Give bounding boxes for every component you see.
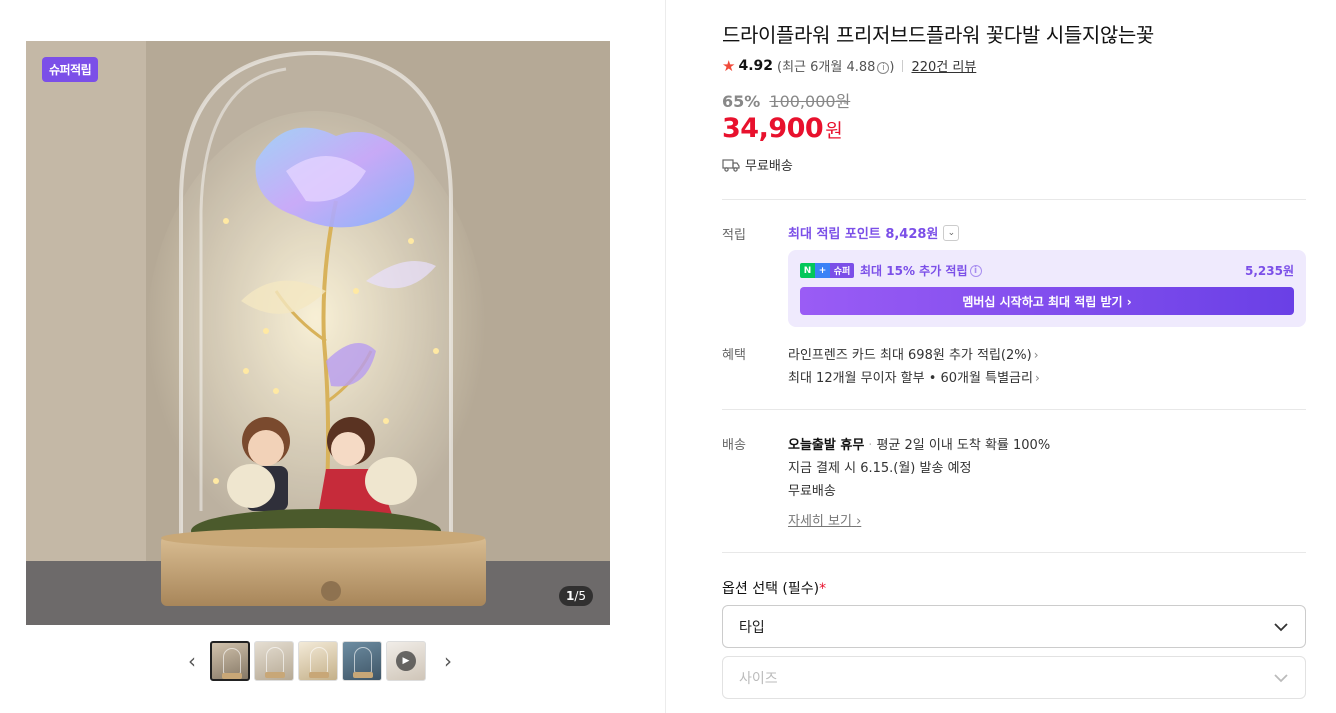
super-badge: 슈퍼 <box>830 263 854 278</box>
delivery-detail-label: 자세히 보기 <box>788 514 852 529</box>
extra-points-amount: 5,235원 <box>1245 264 1294 278</box>
today-shipping-status: 오늘출발 휴무 <box>788 438 865 453</box>
thumbnail-2[interactable] <box>254 641 294 681</box>
arrival-probability: 평균 2일 이내 도착 확률 100% <box>876 438 1051 453</box>
benefits-label: 혜택 <box>722 348 746 363</box>
rating-value: 4.92 <box>738 57 773 74</box>
base-icon <box>309 672 329 678</box>
membership-cta-button[interactable]: 멤버십 시작하고 최대 적립 받기 › <box>800 287 1294 315</box>
max-points-row[interactable]: 최대 적립 포인트 8,428원 ⌄ <box>788 223 960 242</box>
rating-row: ★ 4.92 (최근 6개월 4.88 i) 220건 리뷰 <box>722 56 976 76</box>
chevron-left-icon[interactable]: ‹ <box>183 640 201 682</box>
chevron-down-icon[interactable]: ⌄ <box>943 224 960 241</box>
thumbnail-3[interactable] <box>298 641 338 681</box>
main-product-image[interactable] <box>26 41 610 625</box>
chevron-right-icon[interactable]: › <box>439 640 457 682</box>
review-count-link[interactable]: 220건 리뷰 <box>911 56 976 75</box>
delivery-detail-link[interactable]: 자세히 보기 › <box>788 510 861 529</box>
chevron-right-icon: › <box>1034 371 1040 385</box>
recent-rating-close: ) <box>889 60 895 75</box>
price-value: 34,900 <box>722 113 824 144</box>
size-select[interactable]: 사이즈 <box>722 656 1306 699</box>
chevron-down-icon <box>1274 673 1288 682</box>
delivery-label: 배송 <box>722 438 746 453</box>
dome-icon <box>223 648 241 674</box>
thumbnail-1[interactable] <box>210 641 250 681</box>
info-icon[interactable]: i <box>877 62 890 74</box>
benefit-item[interactable]: 최대 12개월 무이자 할부 • 60개월 특별금리 › <box>788 367 1040 386</box>
dome-icon <box>354 647 372 673</box>
recent-rating-text: (최근 6개월 4.88 <box>777 60 876 75</box>
benefit-item[interactable]: 라인프렌즈 카드 최대 698원 추가 적립(2%) › <box>788 344 1039 363</box>
delivery-fee: 무료배송 <box>788 484 836 499</box>
info-icon[interactable]: i <box>969 264 982 277</box>
sale-price: 34,900 원 <box>722 113 843 144</box>
dome-icon <box>266 647 284 673</box>
discount-rate: 65% <box>722 92 761 111</box>
benefit-text: 라인프렌즈 카드 최대 698원 추가 적립(2%) <box>788 348 1032 363</box>
naver-n-icon: N <box>800 263 815 278</box>
membership-points-box: N + 슈퍼 최대 15% 추가 적립 i 5,235원 멤버십 시작하고 최대… <box>788 250 1306 327</box>
naver-plus-super-badge: N + 슈퍼 <box>800 263 854 278</box>
truck-icon <box>722 158 740 172</box>
play-icon: ▶ <box>396 651 416 671</box>
base-icon <box>222 673 242 679</box>
thumbnail-strip: ‹ ▶ › <box>183 640 457 682</box>
divider <box>722 199 1306 200</box>
extra-points-text: 최대 15% 추가 적립 <box>860 264 968 278</box>
points-label: 적립 <box>722 228 746 243</box>
discount-row: 65% 100,000원 <box>722 88 850 112</box>
product-title: 드라이플라워 프리저브드플라워 꽃다발 시들지않는꽃 <box>722 23 1154 47</box>
benefit-text: 최대 12개월 무이자 할부 • 60개월 특별금리 <box>788 371 1033 386</box>
image-counter: 1/5 <box>559 586 594 606</box>
dot-separator: · <box>868 438 873 453</box>
delivery-summary: 오늘출발 휴무 · 평균 2일 이내 도착 확률 100% <box>788 434 1050 453</box>
image-counter-total: /5 <box>574 589 587 603</box>
base-icon <box>353 672 373 678</box>
required-mark: * <box>819 581 827 597</box>
max-points-value: 8,428원 <box>885 227 939 242</box>
divider <box>722 552 1306 553</box>
thumbnail-4[interactable] <box>342 641 382 681</box>
star-icon: ★ <box>722 56 736 75</box>
shipping-schedule: 지금 결제 시 6.15.(월) 발송 예정 <box>788 461 972 476</box>
super-points-badge: 슈퍼적립 <box>42 57 99 82</box>
original-price: 100,000원 <box>769 92 851 111</box>
chevron-down-icon <box>1274 622 1288 631</box>
divider <box>722 409 1306 410</box>
max-points-text: 최대 적립 포인트 <box>788 227 881 242</box>
base-icon <box>265 672 285 678</box>
plus-icon: + <box>815 263 830 278</box>
divider <box>902 59 904 72</box>
rose-dome-illustration <box>26 41 610 625</box>
option-title: 옵션 선택 (필수)* <box>722 578 826 598</box>
shipping-text: 무료배송 <box>745 159 793 174</box>
type-select-value: 타입 <box>739 619 765 636</box>
thumbnail-video[interactable]: ▶ <box>386 641 426 681</box>
shipping-row: 무료배송 <box>722 155 793 174</box>
product-gallery: 슈퍼적립 1/5 ‹ ▶ › <box>0 0 666 713</box>
chevron-right-icon: › <box>856 514 862 529</box>
extra-points-line: N + 슈퍼 최대 15% 추가 적립 i 5,235원 <box>800 262 1294 279</box>
type-select[interactable]: 타입 <box>722 605 1306 648</box>
membership-cta-label: 멤버십 시작하고 최대 적립 받기 <box>962 294 1123 309</box>
chevron-right-icon: › <box>1033 348 1039 362</box>
currency: 원 <box>825 120 843 142</box>
recent-rating: (최근 6개월 4.88 i) <box>777 56 894 75</box>
size-select-value: 사이즈 <box>739 670 778 687</box>
dome-icon <box>310 647 328 673</box>
option-title-text: 옵션 선택 (필수) <box>722 581 820 597</box>
